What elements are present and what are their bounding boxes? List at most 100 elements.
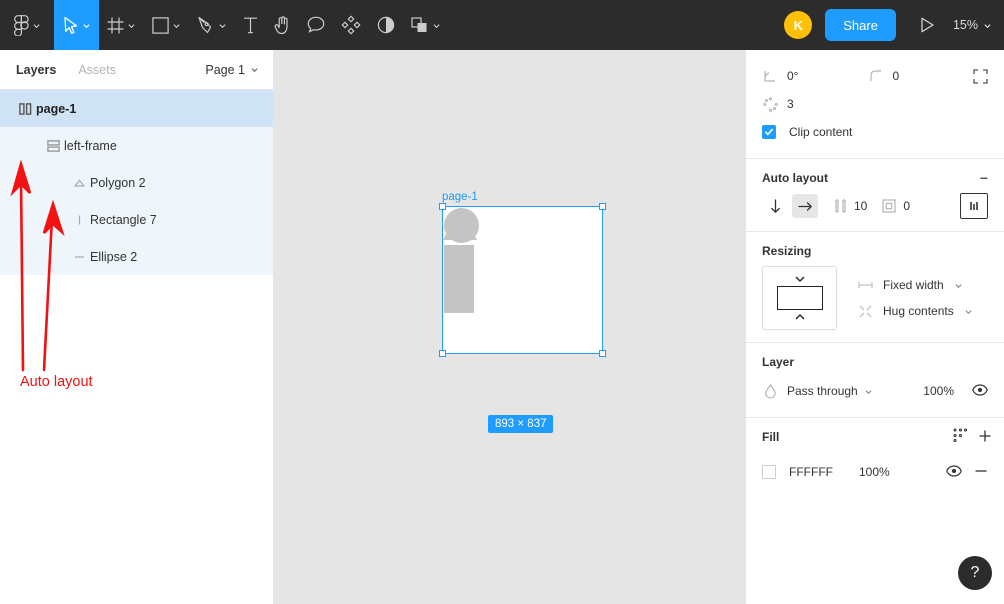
- layer-row-left-frame[interactable]: left-frame: [0, 127, 273, 164]
- fill-hex-value[interactable]: FFFFFF: [789, 465, 833, 479]
- layer-title: Layer: [762, 355, 795, 369]
- padding-icon: [881, 198, 897, 214]
- spacing-value: 10: [854, 199, 868, 213]
- zoom-level-label: 15%: [952, 18, 978, 32]
- auto-layout-title: Auto layout: [762, 171, 828, 185]
- resize-handle-top-right[interactable]: [599, 203, 606, 210]
- left-sidebar: Layers Assets Page 1 page-1 left-frame P…: [0, 50, 274, 604]
- blend-mode-icon: [762, 383, 778, 399]
- item-spacing-field[interactable]: 10: [832, 198, 867, 214]
- resizing-options: Fixed width Hug contents: [857, 277, 973, 319]
- constraints-field[interactable]: 3: [762, 96, 868, 112]
- boolean-tool[interactable]: [403, 0, 449, 50]
- constraints-value: 3: [787, 97, 794, 111]
- rotation-radius-row: 0° 0: [762, 62, 988, 90]
- fill-opacity-value[interactable]: 100%: [859, 465, 890, 479]
- canvas-area[interactable]: page-1 893 × 837: [274, 50, 745, 604]
- layer-row-ellipse-2[interactable]: Ellipse 2: [0, 238, 273, 275]
- rectangle-shape[interactable]: [444, 245, 474, 313]
- fill-title: Fill: [762, 430, 780, 444]
- layer-section: Layer Pass through 100%: [746, 343, 1004, 418]
- frame-name-label[interactable]: page-1: [442, 191, 478, 203]
- layer-row-polygon-2[interactable]: Polygon 2: [0, 164, 273, 201]
- clip-content-toggle[interactable]: Clip content: [762, 125, 852, 139]
- tab-layers[interactable]: Layers: [16, 63, 56, 77]
- height-resize-dropdown[interactable]: Hug contents: [857, 303, 973, 319]
- remove-fill-icon[interactable]: [974, 464, 988, 481]
- direction-vertical-button[interactable]: [762, 194, 788, 218]
- layer-label: Rectangle 7: [90, 212, 157, 227]
- blend-mode-label[interactable]: Pass through: [787, 384, 858, 398]
- layer-row-rectangle-7[interactable]: Rectangle 7: [0, 201, 273, 238]
- selected-frame[interactable]: [439, 203, 606, 357]
- auto-layout-header: Auto layout −: [762, 171, 988, 185]
- mask-tool[interactable]: [369, 0, 403, 50]
- direction-horizontal-button[interactable]: [792, 194, 818, 218]
- rectangle-icon: [68, 214, 90, 226]
- layer-opacity-value[interactable]: 100%: [923, 384, 954, 398]
- layer-label: page-1: [36, 101, 77, 116]
- auto-layout-horizontal-icon: [14, 102, 36, 115]
- polygon-icon: [68, 177, 90, 189]
- constraints-icon: [762, 96, 778, 112]
- help-button[interactable]: ?: [958, 556, 992, 590]
- resizing-header: Resizing: [762, 244, 988, 258]
- layer-label: Ellipse 2: [90, 249, 138, 264]
- fill-visibility-icon[interactable]: [946, 464, 962, 480]
- horizontal-resize-icon: [857, 277, 873, 293]
- resize-handle-bottom-left[interactable]: [439, 350, 446, 357]
- shape-tool[interactable]: [144, 0, 189, 50]
- avatar[interactable]: K: [784, 11, 813, 39]
- share-button[interactable]: Share: [825, 9, 896, 41]
- independent-corners-button[interactable]: [973, 68, 988, 84]
- layer-row-page-1[interactable]: page-1: [0, 90, 273, 127]
- corner-radius-field[interactable]: 0: [868, 68, 974, 84]
- resizing-title: Resizing: [762, 244, 812, 258]
- width-resize-label: Fixed width: [883, 278, 944, 292]
- clip-content-checkbox[interactable]: [762, 125, 776, 139]
- layer-visibility-icon[interactable]: [972, 383, 988, 399]
- ellipse-shape[interactable]: [444, 208, 479, 243]
- transform-section: 0° 0 3 Clip content: [746, 50, 1004, 159]
- padding-field[interactable]: 0: [881, 198, 910, 214]
- fill-section: Fill FFFFFF 100%: [746, 418, 1004, 498]
- comment-tool[interactable]: [299, 0, 333, 50]
- resize-handle-top-left[interactable]: [439, 203, 446, 210]
- rotation-icon: [762, 68, 778, 84]
- layer-header: Layer: [762, 355, 988, 369]
- hand-tool[interactable]: [266, 0, 299, 50]
- auto-layout-vertical-icon: [42, 139, 64, 152]
- style-picker-icon[interactable]: [953, 428, 968, 446]
- components-tool[interactable]: [333, 0, 369, 50]
- resizing-preview[interactable]: [762, 266, 837, 330]
- rotation-field[interactable]: 0°: [762, 68, 868, 84]
- layer-list: page-1 left-frame Polygon 2 Rectangle 7 …: [0, 90, 273, 275]
- text-tool[interactable]: [235, 0, 266, 50]
- ellipse-icon: [68, 251, 90, 263]
- clip-content-row[interactable]: Clip content: [762, 118, 988, 146]
- corner-radius-value: 0: [892, 69, 900, 83]
- move-tool[interactable]: [54, 0, 99, 50]
- frame-tool[interactable]: [99, 0, 144, 50]
- fill-header-tools: [953, 428, 992, 446]
- tab-assets[interactable]: Assets: [78, 63, 116, 77]
- alignment-button[interactable]: [960, 193, 988, 219]
- fill-color-swatch[interactable]: [762, 465, 776, 479]
- zoom-control[interactable]: 15%: [947, 0, 1004, 50]
- figma-logo-icon[interactable]: [0, 0, 54, 50]
- blend-mode-row: Pass through 100%: [762, 377, 988, 405]
- rotation-value: 0°: [787, 69, 799, 83]
- spacing-icon: [832, 198, 848, 214]
- height-resize-label: Hug contents: [883, 304, 954, 318]
- present-button[interactable]: [908, 0, 947, 50]
- resizing-body: Fixed width Hug contents: [762, 266, 988, 330]
- hug-contents-icon: [857, 303, 873, 319]
- width-resize-dropdown[interactable]: Fixed width: [857, 277, 973, 293]
- sidebar-tabs: Layers Assets Page 1: [0, 50, 273, 90]
- page-selector[interactable]: Page 1: [205, 63, 259, 77]
- remove-auto-layout-button[interactable]: −: [980, 171, 988, 185]
- resize-handle-bottom-right[interactable]: [599, 350, 606, 357]
- pen-tool[interactable]: [189, 0, 235, 50]
- add-fill-icon[interactable]: [978, 429, 992, 446]
- auto-layout-controls: 10 0: [762, 193, 988, 219]
